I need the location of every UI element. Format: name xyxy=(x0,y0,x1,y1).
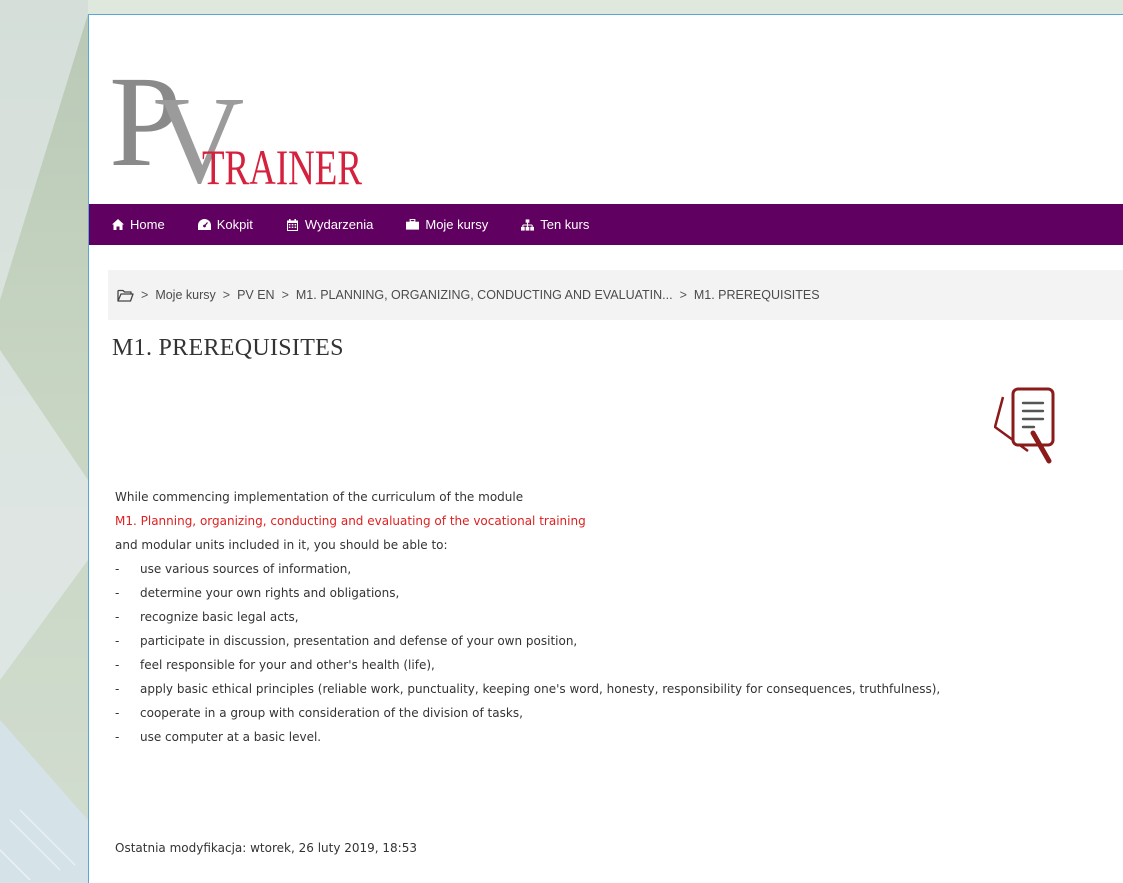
prerequisites-list: - use various sources of information, - de… xyxy=(115,557,1105,749)
folder-open-icon[interactable] xyxy=(117,289,134,302)
page-title: M1. PREREQUISITES xyxy=(112,335,344,361)
list-item-text: participate in discussion, presentation … xyxy=(140,634,578,648)
list-item: - apply basic ethical principles (reliabl… xyxy=(115,677,1105,701)
bullet-marker: - xyxy=(115,682,120,696)
list-item-text: recognize basic legal acts, xyxy=(140,610,299,624)
bullet-marker: - xyxy=(115,730,120,744)
list-item: - use computer at a basic level. xyxy=(115,725,1105,749)
home-icon xyxy=(111,218,124,231)
bullet-marker: - xyxy=(115,562,120,576)
briefcase-icon xyxy=(406,218,420,231)
intro-text: While commencing implementation of the c… xyxy=(115,490,524,504)
breadcrumb-item-module[interactable]: M1. PLANNING, ORGANIZING, CONDUCTING AND… xyxy=(296,288,673,302)
bullet-marker: - xyxy=(115,658,120,672)
breadcrumb-item-pv-en[interactable]: PV EN xyxy=(237,288,275,302)
bullet-marker: - xyxy=(115,634,120,648)
main-navbar: Home Kokpit Wydarzenia Moje kursy Ten ku… xyxy=(89,204,1123,245)
list-item-text: apply basic ethical principles (reliable… xyxy=(140,682,941,696)
list-item: - cooperate in a group with consideration… xyxy=(115,701,1105,725)
list-item: - use various sources of information, xyxy=(115,557,1105,581)
nav-ten-kurs-label: Ten kurs xyxy=(540,217,590,232)
nav-moje-kursy-label: Moje kursy xyxy=(425,217,489,232)
bullet-marker: - xyxy=(115,610,120,624)
main-panel: P V TRAINER Home Kokpit Wydarzenia Moje … xyxy=(88,14,1123,883)
dashboard-icon xyxy=(197,218,211,231)
module-name: M1. Planning, organizing, conducting and… xyxy=(115,514,586,528)
nav-wydarzenia-label: Wydarzenia xyxy=(304,217,374,232)
nav-home-label: Home xyxy=(130,217,165,232)
list-item-text: cooperate in a group with consideration … xyxy=(140,706,523,720)
nav-ten-kurs[interactable]: Ten kurs xyxy=(521,217,589,232)
lead-text: and modular units included in it, you sh… xyxy=(115,538,448,552)
breadcrumb-item-current[interactable]: M1. PREREQUISITES xyxy=(694,288,820,302)
nav-kokpit-label: Kokpit xyxy=(216,217,253,232)
list-item: - feel responsible for your and other's h… xyxy=(115,653,1105,677)
breadcrumb-separator: > xyxy=(141,288,149,302)
list-item-text: use computer at a basic level. xyxy=(140,730,322,744)
page-content: While commencing implementation of the c… xyxy=(115,485,1105,749)
document-pen-icon xyxy=(993,383,1066,471)
list-item-text: use various sources of information, xyxy=(140,562,352,576)
bullet-marker: - xyxy=(115,706,120,720)
last-modified: Ostatnia modyfikacja: wtorek, 26 luty 20… xyxy=(115,841,417,855)
nav-kokpit[interactable]: Kokpit xyxy=(197,217,253,232)
nav-home[interactable]: Home xyxy=(111,217,165,232)
nav-moje-kursy[interactable]: Moje kursy xyxy=(406,217,488,232)
background-decoration xyxy=(0,0,88,883)
list-item: - determine your own rights and obligatio… xyxy=(115,581,1105,605)
nav-wydarzenia[interactable]: Wydarzenia xyxy=(286,217,374,232)
list-item: - recognize basic legal acts, xyxy=(115,605,1105,629)
breadcrumb-separator: > xyxy=(222,288,231,302)
list-item-text: feel responsible for your and other's he… xyxy=(140,658,435,672)
breadcrumb-separator: > xyxy=(281,288,289,302)
breadcrumb-item-moje-kursy[interactable]: Moje kursy xyxy=(155,288,215,302)
breadcrumb: > Moje kursy > PV EN > M1. PLANNING, ORG… xyxy=(108,270,1123,320)
pv-trainer-logo[interactable]: P V TRAINER xyxy=(109,47,369,210)
list-item-text: determine your own rights and obligation… xyxy=(140,586,400,600)
sitemap-icon xyxy=(521,218,535,231)
list-item: - participate in discussion, presentation… xyxy=(115,629,1105,653)
calendar-icon xyxy=(286,218,299,231)
logo-word: TRAINER xyxy=(202,139,362,195)
breadcrumb-separator: > xyxy=(679,288,687,302)
bullet-marker: - xyxy=(115,586,120,600)
